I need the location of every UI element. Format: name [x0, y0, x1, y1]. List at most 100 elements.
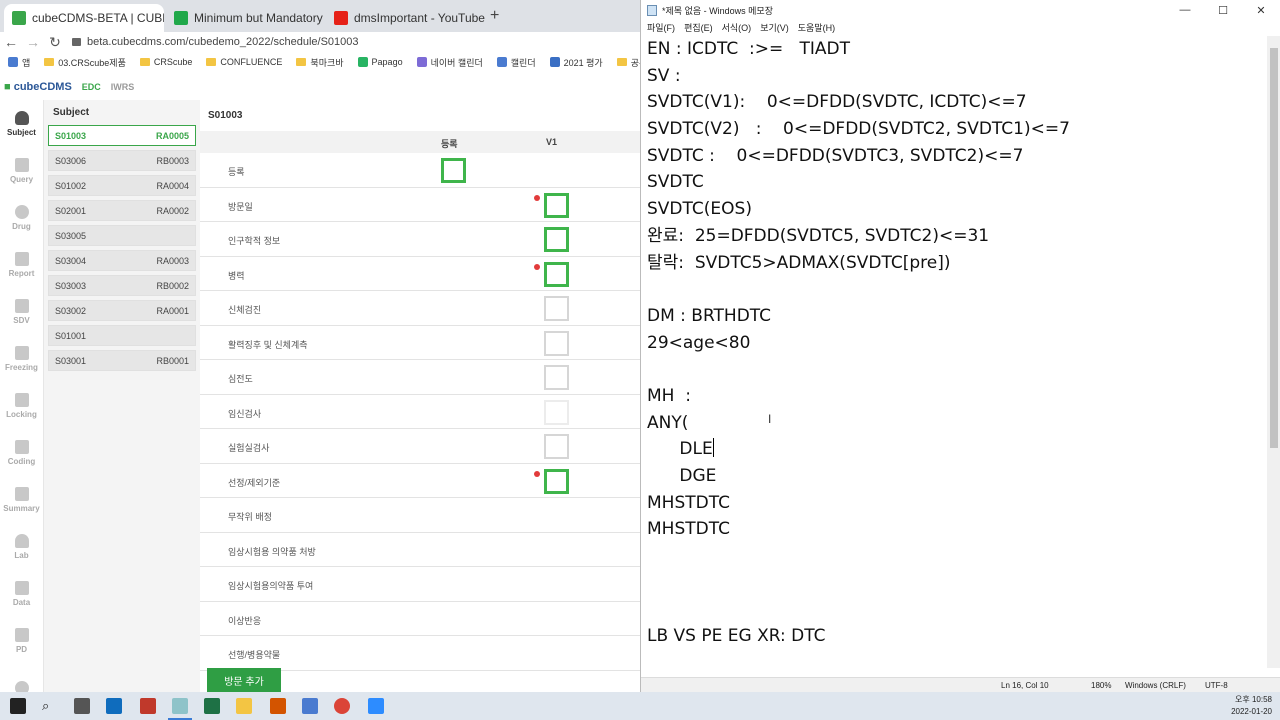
nav-sdv[interactable]: SDV	[0, 288, 43, 335]
subject-row[interactable]: S02001 RA0002	[48, 200, 196, 221]
crf-status-box[interactable]	[544, 192, 569, 218]
nav-subject[interactable]: Subject	[0, 100, 43, 147]
tab-youtube[interactable]: dmsImportant - YouTube ✕	[326, 4, 486, 32]
cubecdms-logo[interactable]: ■ cubeCDMS	[4, 81, 72, 93]
bookmark-label: 캘린더	[510, 57, 536, 68]
papago-icon	[357, 57, 368, 67]
outlook-icon[interactable]	[106, 698, 122, 714]
bookmark-item[interactable]: 북마크바	[296, 56, 344, 69]
maximize-icon[interactable]: ☐	[1204, 0, 1242, 20]
add-visit-button[interactable]: 방문 추가	[207, 668, 281, 692]
file-explorer-icon[interactable]	[236, 698, 252, 714]
close-icon[interactable]: ✕	[1242, 0, 1280, 20]
new-tab-icon[interactable]: +	[490, 7, 499, 25]
schedule-title: S01003	[208, 110, 243, 121]
system-clock[interactable]: 오후 10:58 2022-01-20	[1231, 694, 1272, 718]
iwrs-link[interactable]: IWRS	[111, 82, 135, 92]
address-bar: ← → ↻ beta.cubecdms.com/cubedemo_2022/sc…	[0, 32, 640, 52]
crf-status-box[interactable]	[544, 227, 569, 252]
bookmark-item[interactable]: Papago	[357, 57, 403, 67]
vertical-scrollbar[interactable]	[1267, 36, 1280, 668]
tab-minimum-mandatory[interactable]: Minimum but Mandatory Requ ✕	[166, 4, 326, 32]
chrome-icon[interactable]	[334, 698, 350, 714]
app-icon[interactable]	[140, 698, 156, 714]
status-zoom: 180%	[1091, 681, 1112, 690]
menu-format[interactable]: 서식(O)	[722, 21, 752, 34]
back-icon[interactable]: ←	[0, 34, 22, 50]
menu-view[interactable]: 보기(V)	[760, 21, 789, 34]
schedule-row: 무작위 배정	[200, 498, 640, 533]
nav-query[interactable]: Query	[0, 147, 43, 194]
crf-status-box[interactable]	[544, 296, 569, 321]
nav-lab[interactable]: Lab	[0, 523, 43, 570]
subject-row[interactable]: S03001 RB0001	[48, 350, 196, 371]
task-view-icon[interactable]	[74, 698, 90, 714]
forward-icon[interactable]: →	[22, 34, 44, 50]
logo-text: cubeCDMS	[13, 81, 72, 93]
nav-data[interactable]: Data	[0, 570, 43, 617]
text-line: SVDTC	[647, 169, 1267, 196]
pen-app-icon[interactable]	[172, 698, 188, 714]
check-icon	[14, 298, 29, 313]
subject-row[interactable]: S03005	[48, 225, 196, 246]
schedule-row: 등록	[200, 153, 640, 188]
schedule-column-header: 등록 V1	[200, 131, 640, 153]
nav-report[interactable]: Report	[0, 241, 43, 288]
subject-row[interactable]: S03003 RB0002	[48, 275, 196, 296]
subject-row[interactable]: S03004 RA0003	[48, 250, 196, 271]
bookmark-item[interactable]: CRScube	[139, 57, 192, 67]
bookmark-item[interactable]: 네이버 캘린더	[416, 56, 483, 69]
column-header-v1: V1	[546, 137, 558, 147]
windows-start-icon[interactable]	[10, 698, 26, 714]
subject-random-code: RB0003	[156, 155, 189, 166]
crf-status-box[interactable]	[441, 158, 466, 183]
notepad-text-area[interactable]: EN : ICDTC :>= TIADT SV : SVDTC(V1): 0<=DF…	[647, 36, 1267, 668]
menu-file[interactable]: 파일(F)	[647, 21, 675, 34]
search-icon[interactable]: ⌕	[42, 698, 58, 714]
menu-help[interactable]: 도움말(H)	[798, 21, 835, 34]
crf-status-box[interactable]	[544, 261, 569, 287]
bookmark-item[interactable]: CONFLUENCE	[206, 57, 282, 67]
bookmark-item[interactable]: 2021 평가	[549, 56, 603, 69]
crf-status-box[interactable]	[544, 399, 569, 425]
subject-row[interactable]: S03006 RB0003	[48, 150, 196, 171]
nav-freezing[interactable]: Freezing	[0, 335, 43, 382]
edc-link[interactable]: EDC	[82, 82, 101, 92]
menu-edit[interactable]: 편집(E)	[684, 21, 713, 34]
text-line	[647, 276, 1267, 303]
crf-status-box[interactable]	[544, 468, 569, 494]
nav-locking[interactable]: Locking	[0, 382, 43, 429]
subject-row[interactable]: S01001	[48, 325, 196, 346]
nav-summary[interactable]: Summary	[0, 476, 43, 523]
nav-drug[interactable]: Drug	[0, 194, 43, 241]
pill-icon	[14, 204, 29, 219]
nav-pd[interactable]: PD	[0, 617, 43, 664]
nav-coding[interactable]: Coding	[0, 429, 43, 476]
subject-row[interactable]: S01003 RA0005	[48, 125, 196, 146]
bookmark-item[interactable]: 03.CRScube제품	[44, 56, 126, 69]
reload-icon[interactable]: ↻	[44, 34, 66, 51]
snipping-icon[interactable]	[302, 698, 318, 714]
crf-status-box[interactable]	[544, 365, 569, 390]
text-line-content: DGE	[647, 466, 717, 486]
crf-status-box[interactable]	[544, 330, 569, 356]
zoom-icon[interactable]	[368, 698, 384, 714]
subject-row[interactable]: S03002 RA0001	[48, 300, 196, 321]
crf-status-box[interactable]	[544, 434, 569, 459]
cubecdms-favicon-icon	[12, 11, 26, 25]
scrollbar-thumb[interactable]	[1270, 48, 1278, 448]
bookmark-item[interactable]: 공유DRIVE	[616, 56, 640, 69]
nav-label: PD	[15, 644, 28, 654]
bookmark-apps[interactable]: 앱	[8, 56, 30, 69]
nav-label: Subject	[7, 127, 36, 137]
subject-row[interactable]: S01002 RA0004	[48, 175, 196, 196]
url-field[interactable]: beta.cubecdms.com/cubedemo_2022/schedule…	[72, 36, 359, 48]
nav-label: SDV	[13, 315, 30, 325]
bookmark-item[interactable]: 캘린더	[496, 56, 536, 69]
brave-icon[interactable]	[270, 698, 286, 714]
minimize-icon[interactable]: —	[1166, 0, 1204, 20]
calendar-icon	[416, 57, 427, 67]
sheets-favicon-icon	[174, 11, 188, 25]
tab-cubecdms[interactable]: cubeCDMS-BETA | CUBEDEMO_ ✕	[4, 4, 164, 32]
excel-icon[interactable]	[204, 698, 220, 714]
